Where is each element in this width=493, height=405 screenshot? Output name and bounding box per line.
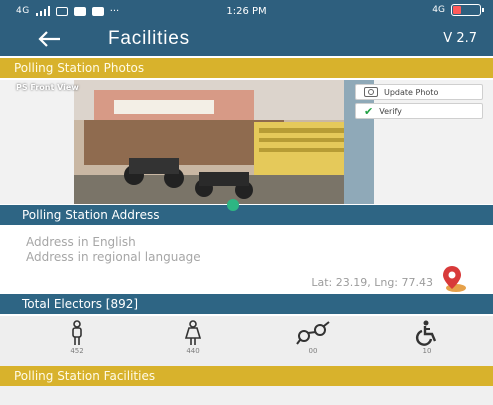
more-notifications-icon: ···: [109, 5, 120, 17]
third-gender-count: 00: [308, 347, 318, 355]
message-icon: [73, 6, 86, 16]
back-arrow-icon[interactable]: [34, 29, 64, 49]
app-bar: Facilities V 2.7: [0, 22, 493, 56]
elector-group-male: 452: [52, 320, 102, 355]
female-icon: [184, 320, 202, 345]
status-bar: 4G ··· 1:26 PM 4G: [0, 0, 493, 22]
address-section-header: Polling Station Address: [0, 205, 493, 225]
check-icon: ✔: [364, 104, 374, 118]
app-version: V 2.7: [443, 31, 477, 46]
electors-section-header: Total Electors [892]: [0, 294, 493, 314]
female-count: 440: [186, 347, 200, 355]
elector-group-third-gender: 00: [288, 320, 338, 355]
photos-section-header: Polling Station Photos: [0, 58, 493, 78]
video-icon: [91, 6, 104, 16]
update-photo-label: Update Photo: [384, 87, 439, 97]
facilities-content: [0, 386, 493, 405]
wheelchair-icon: [415, 320, 437, 346]
signal-icon: [35, 6, 50, 16]
photo-caption: PS Front View: [16, 83, 79, 92]
notification-icon: [55, 6, 68, 16]
verify-button[interactable]: ✔ Verify: [355, 103, 483, 119]
camera-icon: [364, 87, 378, 97]
address-english: Address in English: [26, 235, 136, 249]
elector-group-pwd: 10: [402, 320, 452, 355]
pwd-count: 10: [422, 347, 432, 355]
male-count: 452: [70, 347, 84, 355]
third-gender-icon: [296, 321, 330, 345]
male-icon: [72, 320, 82, 345]
battery-icon: [451, 4, 484, 16]
lat-lng-readout: Lat: 23.19, Lng: 77.43: [311, 276, 433, 289]
address-regional: Address in regional language: [26, 250, 201, 264]
facilities-section-header: Polling Station Facilities: [0, 366, 493, 386]
page-title: Facilities: [108, 28, 190, 49]
map-pin-icon[interactable]: [440, 264, 470, 294]
right-network-label: 4G: [432, 5, 445, 15]
update-photo-button[interactable]: Update Photo: [355, 84, 483, 100]
network-label: 4G: [16, 6, 30, 16]
scroll-indicator[interactable]: [227, 199, 239, 211]
polling-station-photo[interactable]: [74, 80, 374, 204]
verify-label: Verify: [379, 106, 402, 116]
elector-group-female: 440: [168, 320, 218, 355]
